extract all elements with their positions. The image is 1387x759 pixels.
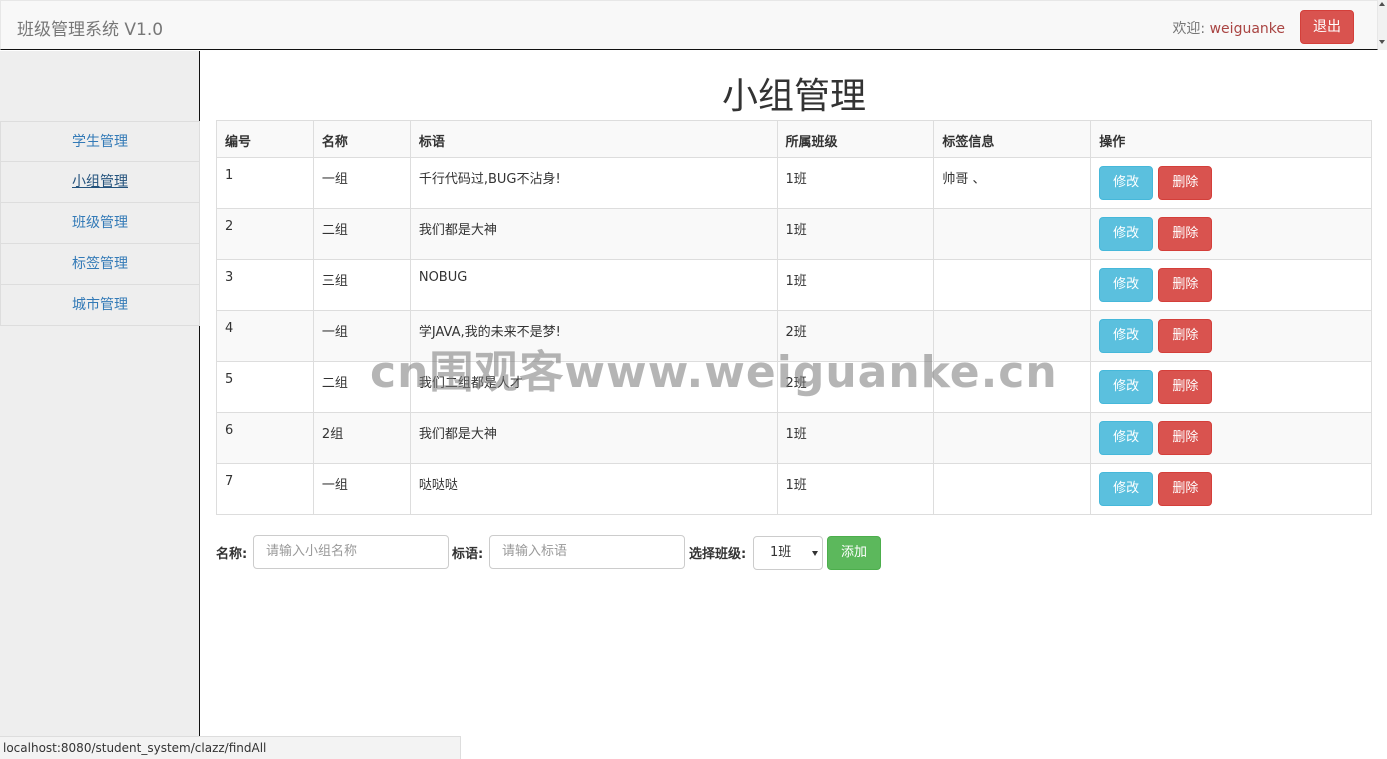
slogan-input[interactable]: 请输入标语 [489,535,685,569]
name-label: 名称: [216,547,248,562]
class-select[interactable]: 1班 [753,536,823,570]
header-id: 编号 [216,120,314,158]
cell-id: 3 [216,259,314,311]
cell-class: 1班 [776,208,935,260]
cell-name: 三组 [312,259,411,311]
table-row: 3 三组 NOBUG 1班 修改 删除 [216,259,1372,311]
cell-slogan: NOBUG [409,259,778,311]
name-input[interactable]: 请输入小组名称 [253,535,449,569]
cell-name: 一组 [312,157,411,209]
delete-button[interactable]: 删除 [1158,217,1213,251]
group-table: 编号 名称 标语 所属班级 标签信息 操作 1 一组 千行代码过,BUG不沾身!… [216,120,1372,515]
cell-class: 1班 [776,412,935,464]
cell-name: 2组 [312,412,411,464]
chevron-down-icon [812,551,818,556]
table-row: 6 2组 我们都是大神 1班 修改 删除 [216,412,1372,464]
sidebar-item-tags[interactable]: 标签管理 [0,244,200,285]
cell-class: 1班 [776,259,935,311]
sidebar-item-label[interactable]: 小组管理 [72,174,128,190]
sidebar-item-students[interactable]: 学生管理 [0,121,200,162]
cell-tags [933,259,1092,311]
cell-actions: 修改 删除 [1090,361,1372,413]
cell-name: 二组 [312,208,411,260]
top-navbar: 班级管理系统 V1.0 欢迎: weiguanke 退出 [0,0,1378,50]
welcome-prefix: 欢迎: [1172,21,1210,37]
cell-tags [933,412,1092,464]
app-title: 班级管理系统 V1.0 [17,20,164,40]
edit-button[interactable]: 修改 [1099,319,1154,353]
cell-slogan: 我们都是大神 [409,412,778,464]
cell-actions: 修改 删除 [1090,412,1372,464]
edit-button[interactable]: 修改 [1099,217,1154,251]
delete-button[interactable]: 删除 [1158,421,1213,455]
edit-button[interactable]: 修改 [1099,268,1154,302]
cell-actions: 修改 删除 [1090,463,1372,515]
edit-button[interactable]: 修改 [1099,370,1154,404]
class-select-value: 1班 [770,545,792,560]
header-class: 所属班级 [776,120,935,158]
welcome-text: 欢迎: weiguanke [1172,18,1285,38]
cell-class: 1班 [776,463,935,515]
header-actions: 操作 [1090,120,1372,158]
cell-actions: 修改 删除 [1090,208,1372,260]
delete-button[interactable]: 删除 [1158,166,1213,200]
logout-button[interactable]: 退出 [1300,10,1354,44]
delete-button[interactable]: 删除 [1158,319,1213,353]
cell-tags: 帅哥 、 [933,157,1092,209]
edit-button[interactable]: 修改 [1099,166,1154,200]
header-name: 名称 [312,120,411,158]
cell-actions: 修改 删除 [1090,310,1372,362]
table-row: 1 一组 千行代码过,BUG不沾身! 1班 帅哥 、 修改 删除 [216,157,1372,209]
cell-actions: 修改 删除 [1090,259,1372,311]
edit-button[interactable]: 修改 [1099,421,1154,455]
sidebar-item-label[interactable]: 城市管理 [72,297,128,313]
cell-tags [933,463,1092,515]
delete-button[interactable]: 删除 [1158,268,1213,302]
scroll-down-icon[interactable] [1379,40,1385,44]
cell-slogan: 千行代码过,BUG不沾身! [409,157,778,209]
cell-id: 7 [216,463,314,515]
cell-id: 2 [216,208,314,260]
sidebar-item-label[interactable]: 班级管理 [72,215,128,231]
delete-button[interactable]: 删除 [1158,370,1213,404]
cell-name: 一组 [312,463,411,515]
cell-id: 6 [216,412,314,464]
page-title: 小组管理 [721,76,866,117]
table-row: 7 一组 哒哒哒 1班 修改 删除 [216,463,1372,515]
cell-id: 5 [216,361,314,413]
cell-slogan: 我们都是大神 [409,208,778,260]
sidebar-item-groups[interactable]: 小组管理 [0,162,200,203]
cell-tags [933,208,1092,260]
cell-slogan: 哒哒哒 [409,463,778,515]
header-slogan: 标语 [409,120,778,158]
sidebar-item-classes[interactable]: 班级管理 [0,203,200,244]
sidebar-item-cities[interactable]: 城市管理 [0,285,200,326]
sidebar-nav: 学生管理 小组管理 班级管理 标签管理 城市管理 [0,121,200,326]
cell-id: 4 [216,310,314,362]
cell-class: 1班 [776,157,935,209]
sidebar-item-label[interactable]: 学生管理 [72,134,128,150]
table-row: 2 二组 我们都是大神 1班 修改 删除 [216,208,1372,260]
add-button[interactable]: 添加 [827,536,881,570]
table-header-row: 编号 名称 标语 所属班级 标签信息 操作 [216,120,1372,158]
watermark: cn围观客www.weiguanke.cn [370,347,1058,398]
cell-id: 1 [216,157,314,209]
sidebar: 学生管理 小组管理 班级管理 标签管理 城市管理 [0,51,200,759]
edit-button[interactable]: 修改 [1099,472,1154,506]
vertical-scrollbar[interactable] [1378,0,1387,50]
username: weiguanke [1209,21,1285,37]
class-select-label: 选择班级: [689,547,747,562]
cell-actions: 修改 删除 [1090,157,1372,209]
slogan-label: 标语: [452,547,484,562]
sidebar-item-label[interactable]: 标签管理 [72,256,128,272]
scroll-up-icon[interactable] [1379,2,1385,6]
add-group-form: 名称: 请输入小组名称 标语: 请输入标语 选择班级: 1班 添加 [216,535,1372,570]
header-tags: 标签信息 [933,120,1092,158]
delete-button[interactable]: 删除 [1158,472,1213,506]
status-bar-url: localhost:8080/student_system/clazz/find… [0,736,461,759]
